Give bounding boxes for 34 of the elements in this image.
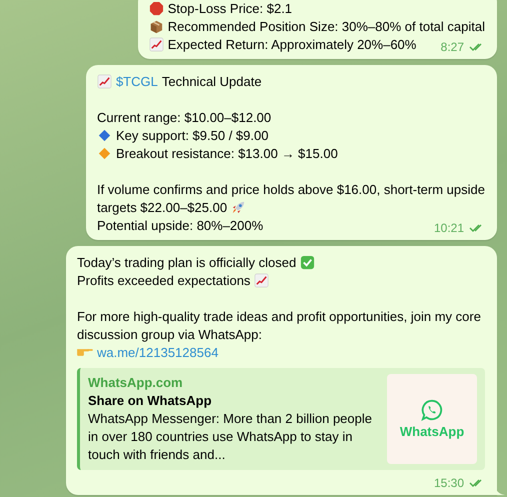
message-text: Stop-Loss Price: $2.1: [168, 1, 292, 16]
message-text: Expected Return: Approximately 20%–60%: [168, 37, 416, 52]
link[interactable]: wa.me/12135128564: [97, 345, 218, 360]
chat-bubble-phone-icon: [421, 399, 443, 421]
thumbnail-text: WhatsApp: [400, 424, 464, 439]
link-preview[interactable]: WhatsApp.com Share on WhatsApp WhatsApp Messenger: More than 2 billion people in over 180 countries use WhatsApp to stay in touch with friends and... WhatsApp: [77, 368, 485, 470]
preview-description: WhatsApp Messenger: More than 2 billion people in over 180 countries use WhatsApp to stay in touch with friends and...: [88, 410, 373, 464]
package-icon: [148, 19, 164, 34]
message-time: 8:27: [440, 40, 464, 54]
message-text: Today’s trading plan is officially closed: [77, 255, 296, 270]
diamond-icon: [96, 128, 112, 143]
chart-up-icon: [148, 37, 164, 52]
message-text: Key support: $9.50 / $9.00: [116, 128, 268, 143]
preview-title: Share on WhatsApp: [88, 392, 213, 410]
message-text: Current range: $10.00–$12.00: [96, 110, 272, 125]
message-text: Breakout resistance: $13.00 → $15.00: [116, 146, 338, 161]
link[interactable]: $TCGL: [116, 74, 158, 89]
chart-up-icon: [254, 273, 270, 288]
message-text: Profits exceeded expectations: [77, 273, 250, 288]
message-time: 15:30: [434, 476, 464, 490]
stop-sign-icon: [148, 1, 164, 16]
check-mark-icon: [300, 255, 316, 270]
rocket-icon: [231, 200, 246, 215]
message-text: For more high-quality trade ideas and profit opportunities, join my core discussion group via WhatsApp:: [77, 309, 481, 342]
pointing-hand-icon: [77, 348, 93, 357]
message-text: Potential upside: 80%–200%: [96, 218, 264, 233]
chart-up-icon: [96, 74, 112, 89]
message-time: 10:21: [434, 221, 464, 235]
preview-site: WhatsApp.com: [88, 374, 184, 392]
message-text: If volume confirms and price holds above $16.00, short-term upside: [96, 182, 485, 197]
diamond-icon: [96, 146, 112, 161]
message-text: Recommended Position Size: 30%–80% of total capital: [168, 19, 485, 34]
message-text: targets $22.00–$25.00: [96, 200, 228, 215]
message-text: Technical Update: [162, 74, 262, 89]
